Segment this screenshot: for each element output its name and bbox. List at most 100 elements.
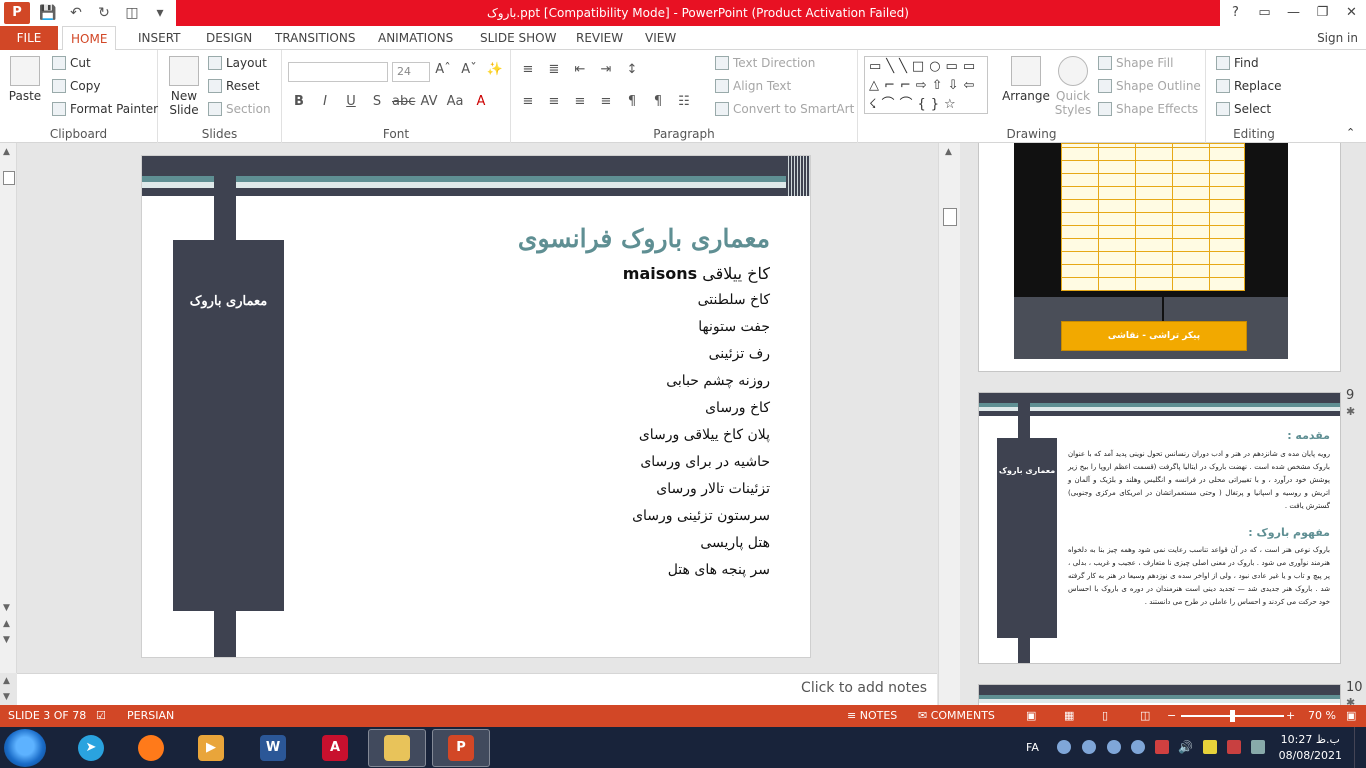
ltr-icon[interactable]: ¶ [621,94,643,109]
notes-button[interactable]: ≡ NOTES [847,705,897,727]
show-desktop-button[interactable] [1354,727,1366,768]
tab-animations[interactable]: ANIMATIONS [370,26,461,50]
tray-app-icon[interactable] [1155,740,1169,754]
slide-canvas[interactable]: معماری باروک معماری باروک فرانسوی کاخ یی… [141,155,811,658]
notes-scroll-up-icon[interactable]: ▲ [3,676,10,686]
format-painter-button[interactable]: Format Painter [52,102,158,116]
network-icon[interactable] [1227,740,1241,754]
notes-placeholder[interactable]: Click to add notes [801,680,927,696]
tab-review[interactable]: REVIEW [568,26,631,50]
minimize-button[interactable]: — [1279,0,1308,26]
bold-icon[interactable]: B [288,94,310,109]
reset-button[interactable]: Reset [208,79,260,93]
telegram-taskbar-icon[interactable]: ➤ [62,729,120,767]
battery-icon[interactable] [1251,740,1265,754]
shadow-icon[interactable]: S [366,94,388,109]
previous-slide-icon[interactable]: ▲ [3,619,10,629]
align-text-button[interactable]: Align Text [715,79,791,93]
shape-effects-button[interactable]: Shape Effects [1098,102,1198,116]
decrease-indent-icon[interactable]: ⇤ [569,62,591,77]
tray-app-icon[interactable] [1107,740,1121,754]
align-left-icon[interactable]: ≡ [517,94,539,109]
tab-slide-show[interactable]: SLIDE SHOW [472,26,564,50]
zoom-slider-thumb[interactable] [1230,710,1235,722]
tab-transitions[interactable]: TRANSITIONS [267,26,363,50]
shrink-font-icon[interactable]: Aˇ [458,62,480,77]
zoom-in-icon[interactable]: + [1286,705,1295,727]
thumbnail-slide-8[interactable]: پیکر تراشی - نقاشی [978,143,1341,372]
undo-icon[interactable]: ↶ [62,5,90,21]
restore-button[interactable]: ❐ [1308,0,1337,26]
taskbar-clock[interactable]: ب.ظ 10:27 08/08/2021 [1279,732,1342,764]
align-center-icon[interactable]: ≡ [543,94,565,109]
slide-title[interactable]: معماری باروک فرانسوی [450,224,770,253]
slide-sorter-icon[interactable]: ▦ [1064,705,1074,727]
tray-app-icon[interactable] [1203,740,1217,754]
font-size-combo[interactable]: 24 [392,62,430,82]
start-from-beginning-icon[interactable]: ◫ [118,5,146,21]
slide-content-list[interactable]: کاخ ییلاقی maisons کاخ سلطنتی جفت ستونها… [623,260,770,584]
editor-scroll-up-icon[interactable]: ▲ [945,147,952,157]
tab-home[interactable]: HOME [62,26,117,51]
firefox-taskbar-icon[interactable] [122,729,180,767]
thumbnail-slide-10[interactable] [978,684,1341,705]
reading-view-icon[interactable]: ▯ [1102,705,1108,727]
scroll-up-icon[interactable]: ▲ [3,147,10,157]
increase-indent-icon[interactable]: ⇥ [595,62,617,77]
customize-toolbar-icon[interactable]: ▾ [146,5,174,21]
tab-design[interactable]: DESIGN [198,26,260,50]
notes-pane[interactable]: ▲ ▼ Click to add notes [3,673,937,705]
font-color-icon[interactable]: A [470,94,492,109]
slide-counter[interactable]: SLIDE 3 OF 78 [8,705,86,727]
tray-app-icon[interactable] [1082,740,1096,754]
file-explorer-taskbar-icon[interactable] [368,729,426,767]
spell-check-icon[interactable]: ☑ [96,705,106,727]
scroll-thumb[interactable] [3,171,15,185]
bullets-icon[interactable]: ≡ [517,62,539,77]
sign-in-link[interactable]: Sign in [1309,26,1366,50]
powerpoint-logo-icon[interactable]: P [4,2,30,24]
comments-button[interactable]: ✉ COMMENTS [918,705,995,727]
find-button[interactable]: Find [1216,56,1259,70]
tab-file[interactable]: FILE [0,26,58,50]
clear-formatting-icon[interactable]: ✨ [484,62,506,77]
text-direction-button[interactable]: Text Direction [715,56,815,70]
cut-button[interactable]: Cut [52,56,91,70]
slide-pane-scrollbar[interactable]: ▲ ▼ ▲ ▼ [0,143,17,673]
quick-styles-button[interactable]: Quick Styles [1052,56,1094,117]
tab-view[interactable]: VIEW [637,26,684,50]
strikethrough-icon[interactable]: abc [392,94,415,109]
notes-scroll-down-icon[interactable]: ▼ [3,692,10,702]
section-button[interactable]: Section [208,102,271,116]
copy-button[interactable]: Copy [52,79,100,93]
layout-button[interactable]: Layout [208,56,267,70]
next-slide-icon[interactable]: ▼ [3,635,10,645]
slide-show-icon[interactable]: ◫ [1140,705,1150,727]
tab-insert[interactable]: INSERT [130,26,189,50]
numbering-icon[interactable]: ≣ [543,62,565,77]
ribbon-display-options-icon[interactable]: ▭ [1250,0,1279,26]
character-spacing-icon[interactable]: AV [418,94,440,109]
columns-icon[interactable]: ☷ [673,94,695,109]
tray-telegram-icon[interactable] [1057,740,1071,754]
underline-icon[interactable]: U [340,94,362,109]
thumbnail-slide-9[interactable]: معماری باروک مقدمه : رویه پایان مده ی شا… [978,392,1341,664]
powerpoint-taskbar-icon[interactable]: P [432,729,490,767]
zoom-out-icon[interactable]: − [1167,705,1176,727]
new-slide-button[interactable]: New Slide [164,56,204,117]
start-button-icon[interactable] [4,729,46,767]
zoom-level[interactable]: 70 % [1308,705,1336,727]
language-indicator[interactable]: PERSIAN [127,705,174,727]
shape-fill-button[interactable]: Shape Fill [1098,56,1173,70]
help-button[interactable]: ? [1221,0,1250,26]
line-spacing-icon[interactable]: ↕ [621,62,643,77]
editor-scrollbar[interactable]: ▲ [938,143,960,705]
normal-view-icon[interactable]: ▣ [1026,705,1036,727]
shape-outline-button[interactable]: Shape Outline [1098,79,1201,93]
align-right-icon[interactable]: ≡ [569,94,591,109]
rtl-icon[interactable]: ¶ [647,94,669,109]
change-case-icon[interactable]: Aa [444,94,466,109]
close-button[interactable]: ✕ [1337,0,1366,26]
italic-icon[interactable]: I [314,94,336,109]
scroll-down-icon[interactable]: ▼ [3,603,10,613]
